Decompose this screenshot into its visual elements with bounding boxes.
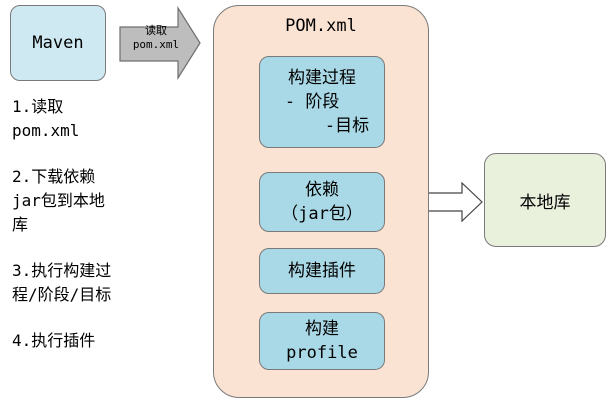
local-repo-label: 本地库 xyxy=(519,192,571,213)
maven-box: Maven xyxy=(10,5,106,81)
build-profile-box: 构建 profile xyxy=(259,312,385,370)
step-4: 4.执行插件 xyxy=(12,331,96,350)
read-arrow-label: 读取 pom.xml xyxy=(124,24,188,52)
build-process-label: 构建过程 xyxy=(288,68,356,88)
arrow-label-line-2: pom.xml xyxy=(132,38,180,51)
maven-label: Maven xyxy=(32,33,84,53)
profile-label: profile xyxy=(286,343,358,363)
steps-list: 1.读取 pom.xml 2.下载依赖 jar包到本地 库 3.执行构建过 程/… xyxy=(12,95,111,375)
build-process-box: 构建过程 - 阶段 -目标 xyxy=(259,56,385,148)
dependency-label: 依赖 xyxy=(305,180,339,200)
arrow-label-line-1: 读取 xyxy=(145,24,167,37)
step-1: 1.读取 pom.xml xyxy=(12,97,80,140)
build-profile-label: 构建 xyxy=(305,319,339,339)
phase-label: - 阶段 xyxy=(284,92,340,112)
goal-label: -目标 xyxy=(324,116,370,136)
build-plugin-label: 构建插件 xyxy=(288,261,356,281)
step-3: 3.执行构建过 程/阶段/目标 xyxy=(12,261,112,304)
local-repo-box: 本地库 xyxy=(484,153,606,247)
build-plugin-box: 构建插件 xyxy=(259,248,385,294)
dependency-box: 依赖 （jar包） xyxy=(259,172,385,232)
pom-title: POM.xml xyxy=(285,16,357,36)
jar-label: （jar包） xyxy=(281,204,363,224)
step-2: 2.下载依赖 jar包到本地 库 xyxy=(12,167,105,234)
